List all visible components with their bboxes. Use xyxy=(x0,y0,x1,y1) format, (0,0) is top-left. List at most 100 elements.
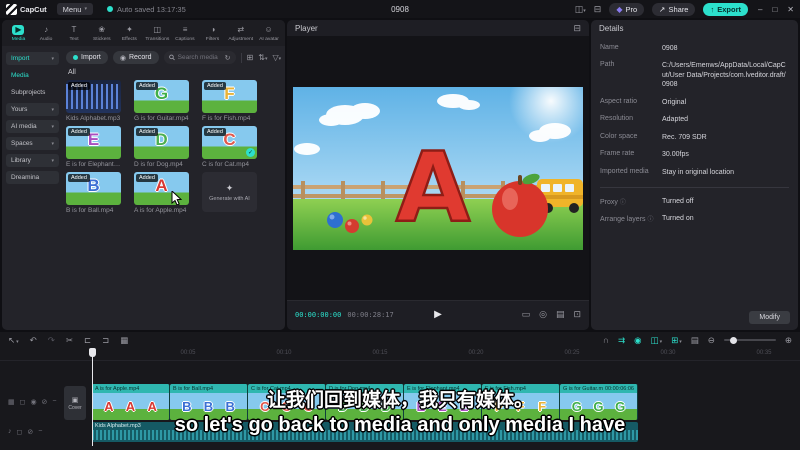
added-badge: Added xyxy=(136,128,158,136)
timeline-ruler[interactable]: 00:05 00:10 00:15 00:20 00:25 00:30 00:3… xyxy=(0,348,800,361)
text-icon: T xyxy=(71,24,77,34)
media-library-panel: ▶ Media ♪ Audio T Text ❀ Stickers ✦ Effe… xyxy=(2,20,285,330)
tab-ai-avatar[interactable]: ☺ AI avatar xyxy=(255,25,282,42)
fullscreen-icon[interactable]: ⊡ xyxy=(573,309,581,320)
grid-view-icon[interactable]: ⊞ xyxy=(247,53,254,62)
sidebar-item-media[interactable]: Media xyxy=(6,69,59,82)
panels-icon[interactable]: ⊟ xyxy=(594,4,602,15)
media-item-b-ball[interactable]: B Added B is for Ball.mp4 xyxy=(66,172,121,214)
tab-stickers[interactable]: ❀ Stickers xyxy=(88,25,115,42)
app-name: CapCut xyxy=(20,4,47,14)
added-badge: Added xyxy=(204,128,226,136)
chevron-icon: ▾ xyxy=(51,55,54,62)
minimize-button[interactable]: – xyxy=(758,5,762,14)
detail-resolution-value: Adapted xyxy=(662,116,689,124)
search-box[interactable]: ↻ xyxy=(163,51,236,64)
record-button[interactable]: ◉ Record xyxy=(112,51,159,64)
maximize-button[interactable]: □ xyxy=(772,5,777,14)
added-check-icon: ✓ xyxy=(246,148,255,157)
stickers-icon: ❀ xyxy=(98,24,106,34)
filter-icon[interactable]: ▽▾ xyxy=(272,53,281,62)
sidebar-item-dreamina[interactable]: Dreamina xyxy=(6,171,59,184)
sidebar-item-yours[interactable]: Yours ▾ xyxy=(6,103,59,116)
details-panel: Details Name 0908 Path C:/Users/Emenws/A… xyxy=(591,20,798,330)
tab-transitions[interactable]: ◫ Transitions xyxy=(144,25,171,42)
magnet-icon[interactable]: ∩ xyxy=(603,335,609,345)
added-badge: Added xyxy=(136,174,158,182)
tab-captions[interactable]: ≡ Captions xyxy=(172,25,199,42)
zoom-slider-knob[interactable] xyxy=(729,336,737,344)
media-item-c-cat[interactable]: C Added ✓ C is for Cat.mp4 xyxy=(202,126,257,168)
undo-icon[interactable]: ↶ xyxy=(30,335,37,346)
playhead-handle[interactable] xyxy=(89,348,96,357)
close-button[interactable]: ✕ xyxy=(787,5,794,14)
delete-left-icon[interactable]: ⊏ xyxy=(84,335,91,346)
detail-framerate-value: 30.00fps xyxy=(662,151,689,159)
sidebar-item-subprojects[interactable]: Subprojects xyxy=(6,86,59,99)
chevron-icon: ▾ xyxy=(51,157,54,164)
export-button[interactable]: ↑ Export xyxy=(703,2,748,16)
divider xyxy=(240,52,242,63)
tab-audio[interactable]: ♪ Audio xyxy=(33,25,60,42)
preview-focus-icon[interactable]: ◎ xyxy=(539,309,547,320)
share-button[interactable]: ↗ Share xyxy=(652,2,696,16)
menu-button[interactable]: Menu ▾ xyxy=(56,3,93,15)
transitions-icon: ◫ xyxy=(153,24,162,34)
media-item-kids-alphabet[interactable]: Added Kids Alphabet.mp3 xyxy=(66,80,121,122)
snapping-icon[interactable]: ◉ xyxy=(634,335,641,346)
media-item-f-fish[interactable]: F Added F is for Fish.mp4 xyxy=(202,80,257,122)
media-item-d-dog[interactable]: D Added D is for Dog.mp4 xyxy=(134,126,189,168)
auto-ripple-icon[interactable]: ⇉ xyxy=(618,335,625,346)
select-tool-icon[interactable]: ↖▾ xyxy=(8,335,19,346)
detail-aspect-value: Original xyxy=(662,98,687,106)
modify-button[interactable]: Modify xyxy=(749,311,790,324)
preview-canvas-area: A xyxy=(287,36,589,300)
sidebar-item-library[interactable]: Library ▾ xyxy=(6,154,59,167)
redo-icon[interactable]: ↷ xyxy=(48,335,55,346)
mouse-cursor xyxy=(171,191,183,205)
search-refresh-icon[interactable]: ↻ xyxy=(225,54,231,62)
player-expand-icon[interactable]: ⊟ xyxy=(573,23,581,34)
added-badge: Added xyxy=(68,82,90,90)
sidebar-item-spaces[interactable]: Spaces ▾ xyxy=(6,137,59,150)
media-item-a-apple[interactable]: A Added A is for Apple.mp4 xyxy=(134,172,189,214)
zoom-in-icon[interactable]: ⊕ xyxy=(785,335,792,346)
layout-toggle-icon[interactable]: ◫▾ xyxy=(575,4,586,15)
delete-right-icon[interactable]: ⊐ xyxy=(102,335,109,346)
info-icon: ⓘ xyxy=(619,199,626,206)
media-item-g-guitar[interactable]: G Added G is for Guitar.mp4 xyxy=(134,80,189,122)
tab-text[interactable]: T Text xyxy=(61,25,88,42)
pro-button[interactable]: ◆ Pro xyxy=(609,2,645,16)
tab-media[interactable]: ▶ Media xyxy=(5,24,32,42)
preview-quality-icon[interactable]: ▤ xyxy=(556,309,565,320)
sidebar-item-import[interactable]: Import ▾ xyxy=(6,52,59,65)
detail-imported-value: Stay in original location xyxy=(662,168,734,176)
chevron-down-icon: ▾ xyxy=(84,6,87,12)
player-title: Player xyxy=(295,23,318,33)
sidebar-item-ai-media[interactable]: AI media ▾ xyxy=(6,120,59,133)
import-dot-icon xyxy=(73,55,78,60)
generate-with-ai-button[interactable]: ✦ Generate with AI xyxy=(202,172,257,212)
timeline-zoom-slider[interactable] xyxy=(723,336,776,344)
tab-effects[interactable]: ✦ Effects xyxy=(116,25,143,42)
import-button[interactable]: Import xyxy=(66,51,108,64)
preview-axis-icon[interactable]: ◫▾ xyxy=(651,335,663,346)
record-icon: ◉ xyxy=(119,54,126,62)
tab-adjustment[interactable]: ⇄ Adjustment xyxy=(227,25,254,42)
split-icon[interactable]: ✂ xyxy=(66,335,73,346)
media-sidebar: Import ▾ Media Subprojects Yours ▾ AI me… xyxy=(2,46,62,330)
sort-icon[interactable]: ⇅▾ xyxy=(258,53,267,62)
canvas-ratio-icon[interactable]: ▭ xyxy=(522,309,531,320)
zoom-out-icon[interactable]: ⊖ xyxy=(708,335,715,346)
menu-label: Menu xyxy=(62,4,82,14)
track-height-icon[interactable]: ▤ xyxy=(691,335,699,346)
linked-selection-icon[interactable]: ⊞▾ xyxy=(671,335,682,346)
search-input[interactable] xyxy=(177,54,222,61)
media-item-e-elephant[interactable]: E Added E is for Elephant.mp4 xyxy=(66,126,121,168)
tab-filters[interactable]: ◑ Filters xyxy=(199,25,226,42)
capcut-logo-icon xyxy=(6,3,17,15)
crop-icon[interactable]: ▦ xyxy=(120,335,128,346)
divider xyxy=(600,186,789,188)
timeline-toolbar: ↖▾ ↶ ↷ ✂ ⊏ ⊐ ▦ ∩ ⇉ ◉ ◫▾ ⊞▾ ▤ ⊖ ⊕ xyxy=(0,332,800,348)
player-panel: Player ⊟ A 00:00:00:00 00:00:28:17 ▶ ▭ ◎… xyxy=(287,20,589,330)
